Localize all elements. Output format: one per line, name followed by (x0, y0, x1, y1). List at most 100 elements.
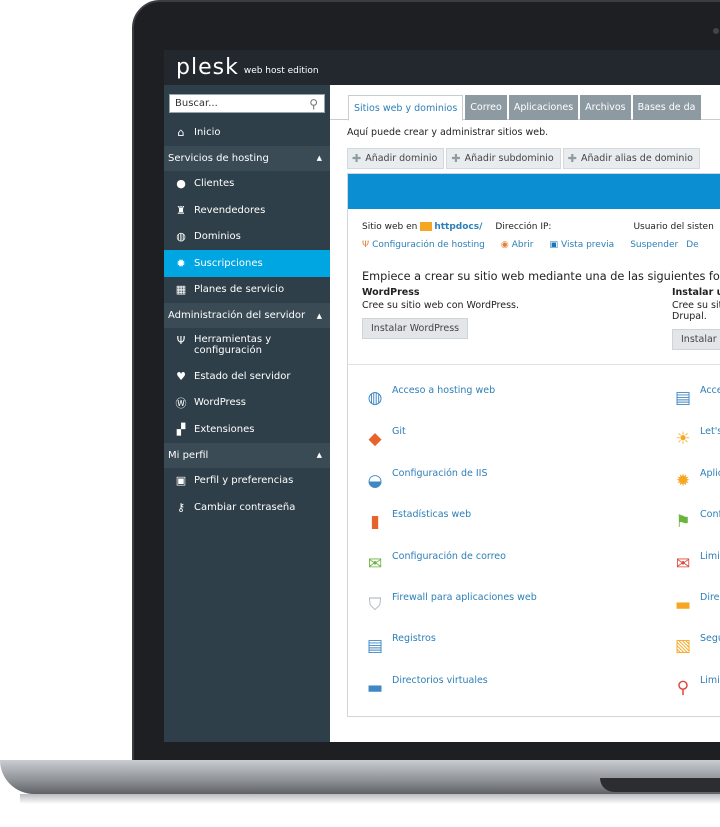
plus-icon: ✚ (451, 152, 461, 165)
sidebar-item-profile[interactable]: ▣ Perfil y preferencias (164, 468, 330, 495)
install-app-button[interactable]: Instalar a (672, 329, 720, 350)
tool-right-1[interactable]: ▤ Acce (670, 385, 720, 426)
hosting-settings-icon: Ψ (362, 240, 370, 250)
heart-icon: ♥ (176, 369, 186, 383)
caret-up-icon: ▲ (316, 451, 322, 459)
profile-icon: ▣ (175, 474, 187, 488)
wordpress-option: WordPress Cree su sitio web con WordPres… (362, 287, 672, 364)
sidebar-item-service-plans[interactable]: ▦ Planes de servicio (164, 277, 330, 304)
start-options: WordPress Cree su sitio web con WordPres… (348, 287, 720, 365)
caret-up-icon: ▲ (316, 154, 322, 162)
web-hosting-access-link[interactable]: ◍ Acceso a hosting web (362, 385, 670, 426)
hosting-settings-link[interactable]: Ψ Configuración de hosting (362, 240, 493, 265)
section-admin[interactable]: Administración del servidor ▲ (164, 303, 330, 328)
sidebar-item-extensions[interactable]: ▞ Extensiones (164, 416, 330, 443)
user-icon: ● (176, 177, 186, 191)
folder-lock-icon: ▬ (674, 594, 692, 615)
preview-link[interactable]: ▣ Vista previa (550, 240, 623, 265)
iis-icon: ◒ (367, 470, 383, 491)
laptop-notch (600, 778, 720, 792)
mail-icon: ✉ (675, 553, 691, 574)
iis-settings-link[interactable]: ◒ Configuración de IIS (362, 468, 670, 509)
tab-databases[interactable]: Bases de da (632, 95, 701, 120)
lock-icon: ☀ (675, 429, 691, 450)
suspend-link[interactable]: Suspender (630, 240, 678, 265)
tab-websites-domains[interactable]: Sitios web y dominios (348, 95, 464, 121)
web-stats-link[interactable]: ▮ Estadísticas web (362, 509, 670, 550)
plesk-logo[interactable]: plesk (176, 55, 239, 80)
sidebar-item-change-password[interactable]: ⚷ Cambiar contraseña (164, 494, 330, 521)
sidebar-item-wordpress[interactable]: Ⓦ WordPress (164, 390, 330, 417)
intro-text: Aquí puede crear y administrar sitios we… (347, 127, 549, 138)
system-user-label: Usuario del sisten (633, 222, 714, 232)
sidebar-item-clients[interactable]: ● Clientes (164, 171, 330, 198)
tool-right-4[interactable]: ⚑ Conf (670, 509, 720, 550)
security-icon: ▧ (674, 636, 692, 657)
globe-icon: ◍ (176, 230, 186, 244)
add-domain-button[interactable]: ✚ Añadir dominio (347, 148, 445, 169)
limits-icon: ⚲ (676, 677, 690, 698)
sidebar-item-home[interactable]: ⌂ Inicio (164, 119, 330, 146)
screen: plesk web host edition Buscar... ⚲ ⌂ Inic… (164, 50, 720, 742)
plus-icon: ✚ (352, 152, 362, 165)
sidebar-item-subscriptions[interactable]: ✹ Suscripciones (164, 250, 330, 277)
sidebar-item-resellers[interactable]: ♜ Revendedores (164, 197, 330, 224)
waf-link[interactable]: ⛉ Firewall para aplicaciones web (362, 592, 670, 633)
domain-card-header (348, 174, 720, 209)
git-link[interactable]: ◆ Git (362, 426, 670, 467)
laptop-shadow (20, 794, 720, 804)
key-icon: ⚷ (176, 500, 186, 514)
search-input[interactable]: Buscar... ⚲ (169, 94, 325, 113)
section-profile[interactable]: Mi perfil ▲ (164, 442, 330, 468)
logs-link[interactable]: ▤ Registros (362, 633, 670, 674)
tool-right-8[interactable]: ⚲Limit (670, 675, 720, 716)
install-wordpress-button[interactable]: Instalar WordPress (362, 318, 469, 339)
flag-icon: ⚑ (675, 512, 691, 533)
ip-label: Dirección IP: (495, 222, 552, 232)
sidebar-item-domains[interactable]: ◍ Dominios (164, 224, 330, 251)
gear-icon: ✹ (176, 256, 186, 270)
tools-grid: ◍ Acceso a hosting web ▤ Acce ◆ Git ☀ Let's … (348, 365, 720, 716)
tool-right-7[interactable]: ▧Segu (670, 633, 720, 674)
open-link[interactable]: ◉ Abrir (501, 240, 542, 265)
logs-icon: ▤ (366, 636, 384, 657)
calendar-icon: ▦ (175, 283, 187, 297)
globe-user-icon: ◍ (367, 388, 383, 408)
tools-icon: Ψ (176, 334, 186, 347)
get-started-headline: Empiece a crear su sitio web mediante un… (362, 269, 720, 283)
folder-access-icon: ▤ (674, 388, 692, 408)
mail-settings-link[interactable]: ✉ Configuración de correo (362, 551, 670, 592)
reseller-icon: ♜ (176, 203, 186, 217)
site-info-line: Sitio web en httpdocs/ Dirección IP: Usu… (348, 209, 720, 240)
section-hosting[interactable]: Servicios de hosting ▲ (164, 145, 330, 171)
tab-applications[interactable]: Aplicaciones (508, 95, 579, 120)
apps-gear-icon: ✹ (675, 470, 691, 491)
camera-icon (713, 28, 719, 34)
git-icon: ◆ (368, 429, 382, 450)
search-icon[interactable]: ⚲ (309, 97, 318, 111)
edition-label: web host edition (243, 65, 319, 76)
search-placeholder: Buscar... (175, 98, 218, 109)
httpdocs-link[interactable]: httpdocs/ (434, 222, 482, 240)
virtual-folder-icon: ▬ (366, 677, 384, 698)
domain-card: Sitio web en httpdocs/ Dirección IP: Usu… (347, 173, 720, 718)
tab-bar: Sitios web y dominios Correo Aplicacione… (330, 85, 720, 121)
extensions-icon: ▞ (176, 422, 186, 436)
tool-right-2[interactable]: ☀ Let's (670, 426, 720, 467)
sidebar-item-tools[interactable]: Ψ Herramientas y configuración (164, 328, 330, 363)
add-domain-alias-button[interactable]: ✚ Añadir alias de dominio (562, 148, 700, 169)
tool-right-6[interactable]: ▬Direc (670, 592, 720, 633)
wordpress-icon: Ⓦ (175, 396, 187, 410)
open-icon: ◉ (500, 240, 509, 250)
disable-link[interactable]: De (686, 240, 698, 265)
shield-icon: ⛉ (368, 594, 382, 615)
virtual-directories-link[interactable]: ▬ Directorios virtuales (362, 675, 670, 716)
tab-mail[interactable]: Correo (465, 95, 507, 120)
tab-files[interactable]: Archivos (580, 95, 631, 120)
add-subdomain-button[interactable]: ✚ Añadir subdominio (446, 148, 561, 169)
app-option: Instalar ur Cree su sitDrupal. Instalar … (672, 287, 720, 364)
main-content: Sitios web y dominios Correo Aplicacione… (330, 85, 720, 742)
tool-right-5[interactable]: ✉Limit (670, 551, 720, 592)
tool-right-3[interactable]: ✹Aplic (670, 468, 720, 509)
sidebar-item-server-health[interactable]: ♥ Estado del servidor (164, 363, 330, 390)
